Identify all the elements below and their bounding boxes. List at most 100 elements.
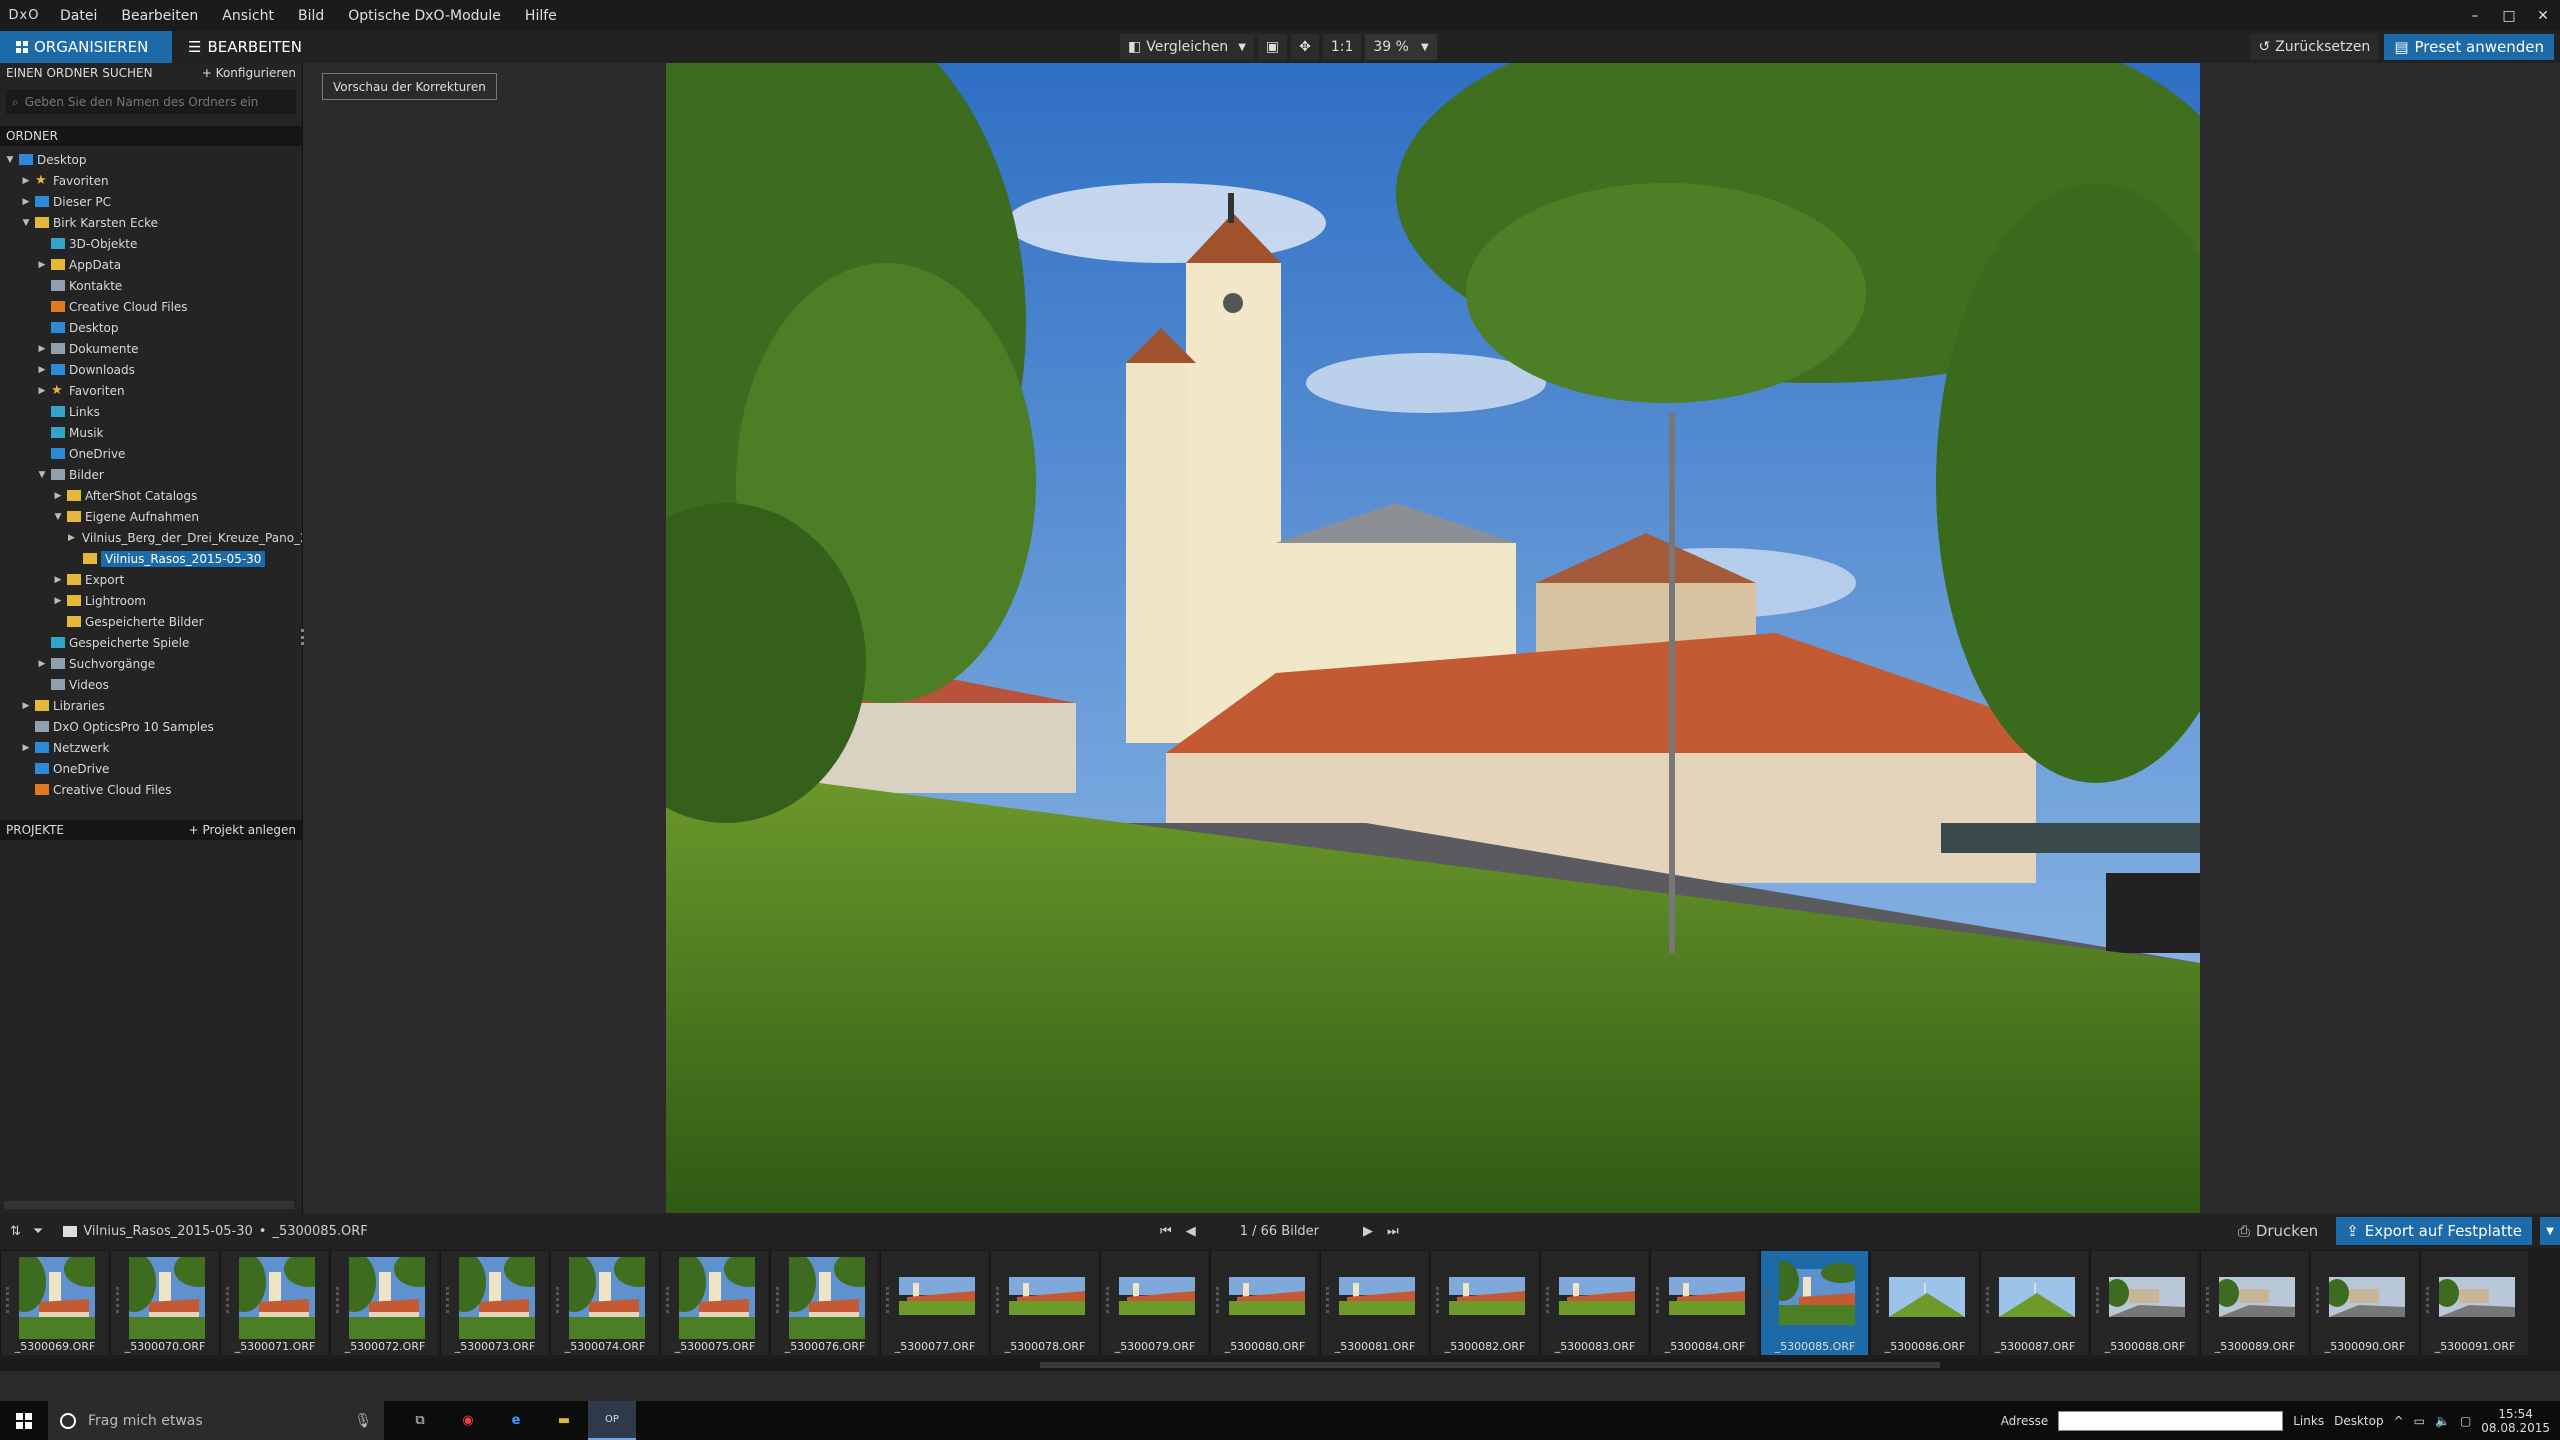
- filmstrip-thumbnail[interactable]: _5300072.ORF: [330, 1251, 438, 1355]
- folder-tree-item[interactable]: Gespeicherte Spiele: [0, 632, 302, 653]
- folder-search-input[interactable]: ⌕ Geben Sie den Namen des Ordners ein: [6, 90, 296, 114]
- collapsed-arrow-icon[interactable]: ▶: [36, 260, 48, 270]
- filmstrip-thumbnail[interactable]: _5300069.ORF: [0, 1251, 108, 1355]
- folder-tree-item[interactable]: ▼ Desktop: [0, 149, 302, 170]
- close-button[interactable]: ✕: [2526, 0, 2560, 31]
- zoom-select[interactable]: 39 % ▼: [1365, 34, 1437, 60]
- maximize-button[interactable]: □: [2492, 0, 2526, 31]
- folder-tree-item[interactable]: ▶ ★ Favoriten: [0, 380, 302, 401]
- compare-button[interactable]: ◧ Vergleichen ▼: [1120, 34, 1254, 60]
- notifications-icon[interactable]: ▢: [2460, 1414, 2471, 1428]
- collapsed-arrow-icon[interactable]: ▶: [52, 491, 64, 501]
- folder-tree-item[interactable]: OneDrive: [0, 758, 302, 779]
- first-image-icon[interactable]: ⏮: [1160, 1224, 1172, 1239]
- filmstrip-thumbnail[interactable]: _5300080.ORF: [1210, 1251, 1318, 1355]
- folder-tree-item[interactable]: Gespeicherte Bilder: [0, 611, 302, 632]
- expanded-arrow-icon[interactable]: ▼: [20, 218, 32, 228]
- menu-file[interactable]: Datei: [48, 8, 109, 24]
- cortana-search-box[interactable]: Frag mich etwas 🎙: [48, 1401, 384, 1440]
- folder-tree-item[interactable]: ▶ Downloads: [0, 359, 302, 380]
- filmstrip-thumbnail[interactable]: _5300075.ORF: [660, 1251, 768, 1355]
- organize-tab[interactable]: ORGANISIEREN: [0, 31, 172, 63]
- volume-icon[interactable]: 🔈: [2435, 1414, 2450, 1428]
- folder-tree-item[interactable]: ▶ Netzwerk: [0, 737, 302, 758]
- folder-tree-item[interactable]: ▼ Birk Karsten Ecke: [0, 212, 302, 233]
- folder-tree-item[interactable]: ▶ AppData: [0, 254, 302, 275]
- collapsed-arrow-icon[interactable]: ▶: [20, 701, 32, 711]
- edit-tab[interactable]: ☰ BEARBEITEN: [172, 31, 318, 63]
- pan-button[interactable]: ✥: [1291, 34, 1319, 60]
- filmstrip-thumbnail[interactable]: _5300085.ORF: [1760, 1251, 1868, 1355]
- folder-tree-item[interactable]: ▶ Suchvorgänge: [0, 653, 302, 674]
- filmstrip-thumbnail[interactable]: _5300073.ORF: [440, 1251, 548, 1355]
- folder-tree-item[interactable]: ▼ Eigene Aufnahmen: [0, 506, 302, 527]
- edge-app-icon[interactable]: e: [492, 1413, 540, 1428]
- collapsed-arrow-icon[interactable]: ▶: [36, 344, 48, 354]
- folder-tree-item[interactable]: ▶ Dokumente: [0, 338, 302, 359]
- reset-button[interactable]: ↺ Zurücksetzen: [2250, 34, 2379, 60]
- image-viewer[interactable]: [666, 63, 2200, 1213]
- filmstrip-thumbnail[interactable]: _5300070.ORF: [110, 1251, 218, 1355]
- folder-tree-item[interactable]: Desktop: [0, 317, 302, 338]
- show-hidden-icons[interactable]: ^: [2394, 1414, 2404, 1428]
- create-project-button[interactable]: + Projekt anlegen: [189, 823, 296, 837]
- expanded-arrow-icon[interactable]: ▼: [4, 155, 16, 165]
- folder-tree-item[interactable]: ▶ AfterShot Catalogs: [0, 485, 302, 506]
- left-panel-scrollbar[interactable]: [4, 1201, 294, 1209]
- menu-view[interactable]: Ansicht: [210, 8, 286, 24]
- file-explorer-icon[interactable]: ▬: [540, 1413, 588, 1428]
- folder-tree-item[interactable]: Musik: [0, 422, 302, 443]
- fit-view-button[interactable]: ▣: [1257, 34, 1288, 60]
- folder-tree-item[interactable]: ▼ Bilder: [0, 464, 302, 485]
- folder-tree-item[interactable]: Creative Cloud Files: [0, 779, 302, 800]
- clock[interactable]: 15:54 08.08.2015: [2481, 1407, 2550, 1435]
- folder-tree-item[interactable]: ▶ Dieser PC: [0, 191, 302, 212]
- export-options-button[interactable]: ▼: [2540, 1217, 2560, 1245]
- folder-tree-item[interactable]: ▶ Lightroom: [0, 590, 302, 611]
- filmstrip-thumbnail[interactable]: _5300079.ORF: [1100, 1251, 1208, 1355]
- folder-tree-item[interactable]: Links: [0, 401, 302, 422]
- previous-image-icon[interactable]: ◀: [1186, 1224, 1196, 1239]
- filmstrip-thumbnail[interactable]: _5300083.ORF: [1540, 1251, 1648, 1355]
- collapsed-arrow-icon[interactable]: ▶: [52, 575, 64, 585]
- folder-tree-item[interactable]: ▶ Vilnius_Berg_der_Drei_Kreuze_Pano_2(: [0, 527, 302, 548]
- desktop-toolbar[interactable]: Desktop: [2334, 1414, 2384, 1428]
- filmstrip-thumbnail[interactable]: _5300089.ORF: [2200, 1251, 2308, 1355]
- collapsed-arrow-icon[interactable]: ▶: [20, 176, 32, 186]
- expanded-arrow-icon[interactable]: ▼: [52, 512, 64, 522]
- folder-tree-item[interactable]: Videos: [0, 674, 302, 695]
- folder-tree-item[interactable]: OneDrive: [0, 443, 302, 464]
- filmstrip-thumbnail[interactable]: _5300084.ORF: [1650, 1251, 1758, 1355]
- filmstrip-scrollbar[interactable]: [0, 1359, 2560, 1371]
- filmstrip-thumbnail[interactable]: _5300091.ORF: [2420, 1251, 2528, 1355]
- task-view-icon[interactable]: ⧉: [396, 1413, 444, 1428]
- minimize-button[interactable]: –: [2458, 0, 2492, 31]
- configure-button[interactable]: + Konfigurieren: [202, 66, 296, 80]
- collapsed-arrow-icon[interactable]: ▶: [36, 365, 48, 375]
- export-to-disk-button[interactable]: ⇪ Export auf Festplatte: [2336, 1217, 2532, 1245]
- print-button[interactable]: ⎙ Drucken: [2228, 1218, 2328, 1244]
- panel-resize-handle[interactable]: [301, 629, 304, 645]
- dxo-opticspro-app-icon[interactable]: OP: [588, 1401, 636, 1440]
- windows-start-icon[interactable]: [0, 1401, 48, 1440]
- menu-image[interactable]: Bild: [286, 8, 336, 24]
- menu-help[interactable]: Hilfe: [513, 8, 569, 24]
- folder-tree-item[interactable]: 3D-Objekte: [0, 233, 302, 254]
- network-icon[interactable]: ▭: [2414, 1414, 2425, 1428]
- folder-tree-item[interactable]: DxO OpticsPro 10 Samples: [0, 716, 302, 737]
- filmstrip-thumbnail[interactable]: _5300086.ORF: [1870, 1251, 1978, 1355]
- filmstrip-thumbnail[interactable]: _5300081.ORF: [1320, 1251, 1428, 1355]
- filmstrip-thumbnail[interactable]: _5300088.ORF: [2090, 1251, 2198, 1355]
- collapsed-arrow-icon[interactable]: ▶: [36, 659, 48, 669]
- preview-corrections-button[interactable]: Vorschau der Korrekturen: [322, 73, 497, 100]
- folder-tree-item[interactable]: ▶ Libraries: [0, 695, 302, 716]
- filmstrip-thumbnail[interactable]: _5300087.ORF: [1980, 1251, 2088, 1355]
- last-image-icon[interactable]: ⏭: [1387, 1224, 1399, 1239]
- menu-edit[interactable]: Bearbeiten: [109, 8, 210, 24]
- apply-preset-button[interactable]: ▤ Preset anwenden: [2384, 34, 2554, 60]
- collapsed-arrow-icon[interactable]: ▶: [20, 743, 32, 753]
- filmstrip-thumbnail[interactable]: _5300078.ORF: [990, 1251, 1098, 1355]
- links-toolbar[interactable]: Links: [2293, 1414, 2324, 1428]
- filmstrip-thumbnail[interactable]: _5300077.ORF: [880, 1251, 988, 1355]
- collapsed-arrow-icon[interactable]: ▶: [36, 386, 48, 396]
